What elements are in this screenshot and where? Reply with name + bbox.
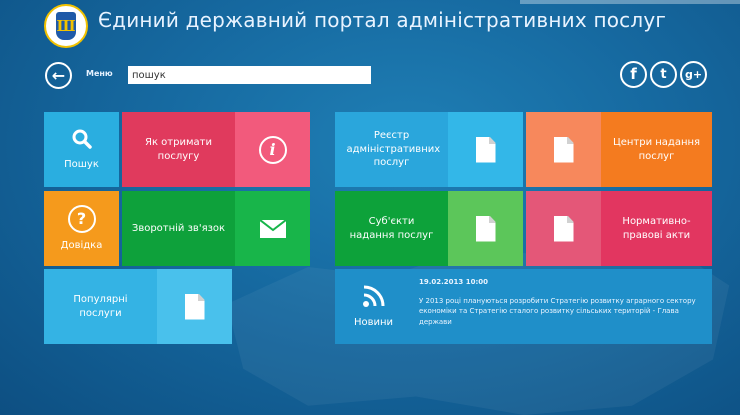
building-document-icon (553, 136, 574, 163)
tile-centers-label: Центри надання послуг (612, 137, 701, 162)
top-status-strip (520, 0, 740, 4)
trident-icon: Ш (56, 12, 76, 40)
page-title: Єдиний державний портал адміністративних… (98, 8, 667, 32)
info-icon: i (258, 135, 287, 164)
rss-icon (362, 285, 384, 307)
question-icon: ? (67, 204, 96, 233)
tile-help[interactable]: ? Довідка (44, 191, 119, 266)
tile-registry-label: Реєстр адміністративних послуг (346, 130, 441, 169)
tile-legal-acts[interactable]: Нормативно-правові акти (601, 191, 712, 266)
tile-news[interactable]: Новини (335, 269, 412, 344)
back-button[interactable]: ← (45, 62, 72, 89)
document-icon (184, 293, 205, 320)
search-input[interactable] (128, 66, 371, 84)
news-text: У 2013 році плануються розробити Стратег… (419, 296, 696, 326)
tile-how-to-get-service[interactable]: Як отримати послугу (122, 112, 235, 187)
tile-registry-icon[interactable] (448, 112, 523, 187)
menu-label: Меню (86, 69, 113, 78)
tile-info[interactable]: i (235, 112, 310, 187)
google-plus-button[interactable]: g+ (680, 61, 707, 88)
document-icon (475, 215, 496, 242)
tile-services-registry[interactable]: Реєстр адміністративних послуг (335, 112, 448, 187)
tile-service-centers[interactable]: Центри надання послуг (601, 112, 712, 187)
twitter-icon: t (660, 67, 667, 82)
facebook-icon: f (630, 65, 637, 83)
trident-document-icon (553, 215, 574, 242)
google-plus-icon: g+ (684, 68, 703, 81)
tile-help-label: Довідка (60, 239, 103, 251)
tile-popular-services[interactable]: Популярні послуги (44, 269, 157, 344)
arrow-left-icon: ← (51, 65, 66, 85)
news-date: 19.02.2013 10:00 (419, 278, 489, 286)
facebook-button[interactable]: f (620, 61, 647, 88)
tile-service-providers[interactable]: Суб'єкти надання послуг (335, 191, 448, 266)
news-content: 19.02.2013 10:00 У 2013 році плануються … (419, 277, 704, 327)
tile-popular-label: Популярні послуги (73, 294, 128, 319)
tile-search[interactable]: Пошук (44, 112, 119, 187)
tile-norms-icon[interactable] (526, 191, 601, 266)
magnifier-icon (72, 129, 92, 149)
tile-subjects-label: Суб'єкти надання послуг (349, 216, 434, 241)
tile-mail[interactable] (235, 191, 310, 266)
tile-feedback[interactable]: Зворотній зв'язок (122, 191, 235, 266)
envelope-icon (259, 219, 286, 238)
tile-search-label: Пошук (64, 158, 99, 170)
tile-how-to-label: Як отримати послугу (145, 137, 212, 162)
tile-popular-icon[interactable] (157, 269, 232, 344)
tile-news-label: Новини (353, 316, 394, 328)
tile-centers-icon[interactable] (526, 112, 601, 187)
tile-subjects-icon[interactable] (448, 191, 523, 266)
document-icon (475, 136, 496, 163)
tile-norms-label: Нормативно-правові акти (622, 216, 691, 241)
tile-feedback-label: Зворотній зв'язок (131, 222, 226, 234)
twitter-button[interactable]: t (650, 61, 677, 88)
coat-of-arms-logo[interactable]: Ш (44, 4, 88, 48)
